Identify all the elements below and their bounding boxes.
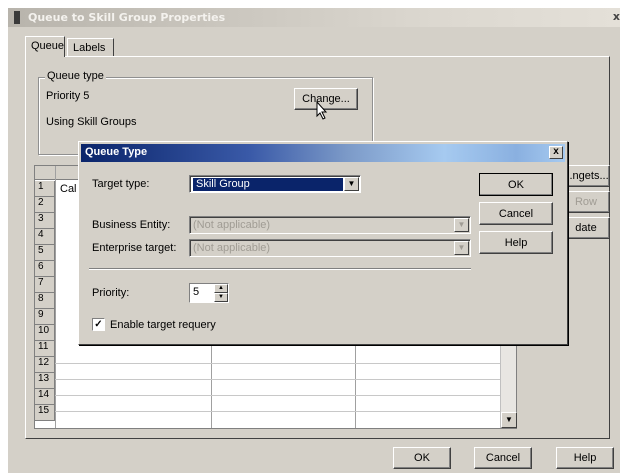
spinner-buttons[interactable]: ▲ ▼	[214, 284, 228, 302]
grid-row-line	[55, 379, 516, 380]
tab-labels[interactable]: Labels	[67, 38, 114, 57]
priority-spinner[interactable]: 5 ▲ ▼	[189, 283, 229, 303]
separator	[89, 268, 471, 270]
targets-button[interactable]: ...ngets...	[562, 165, 610, 187]
ok-button[interactable]: OK	[393, 447, 451, 469]
priority-value[interactable]: 5	[193, 286, 199, 298]
enterprise-target-select[interactable]: (Not applicable) ▼	[189, 239, 471, 257]
queue-type-legend: Queue type	[45, 70, 106, 82]
dialog-titlebar[interactable]: Queue Type x	[81, 144, 565, 162]
row-number: 10	[35, 325, 55, 341]
enterprise-target-label: Enterprise target:	[92, 242, 177, 254]
dialog-close-icon[interactable]: x	[549, 146, 563, 159]
skill-groups-text: Using Skill Groups	[46, 116, 137, 128]
tab-queue[interactable]: Queue	[25, 36, 65, 57]
row-number: 5	[35, 245, 55, 261]
priority-text: Priority 5	[46, 90, 90, 102]
priority-label: Priority:	[92, 287, 130, 299]
app-icon	[14, 11, 20, 24]
window-titlebar[interactable]: Queue to Skill Group Properties x	[8, 8, 620, 27]
chevron-down-icon[interactable]: ▼	[454, 241, 469, 255]
target-type-label: Target type:	[92, 178, 150, 190]
row-number: 1	[35, 181, 55, 197]
dialog-title: Queue Type	[85, 146, 148, 158]
business-entity-label: Business Entity:	[92, 219, 171, 231]
target-type-value: Skill Group	[193, 178, 343, 191]
grid-row-line	[55, 411, 516, 412]
row-number: 15	[35, 405, 55, 421]
grid-row-line	[55, 395, 516, 396]
row-number: 6	[35, 261, 55, 277]
row-number: 9	[35, 309, 55, 325]
row-number: 13	[35, 373, 55, 389]
spin-down-icon[interactable]: ▼	[214, 293, 228, 302]
dialog-ok-button[interactable]: OK	[479, 173, 553, 196]
dialog-cancel-button[interactable]: Cancel	[479, 202, 553, 225]
row-number: 7	[35, 277, 55, 293]
row-number: 2	[35, 197, 55, 213]
update-button[interactable]: date	[562, 217, 610, 239]
requery-checkbox[interactable]: ✓	[92, 318, 105, 331]
spin-up-icon[interactable]: ▲	[214, 284, 228, 293]
scroll-down-icon[interactable]: ▼	[501, 412, 517, 428]
queue-type-dialog: Queue Type x Target type: Skill Group ▼ …	[78, 141, 568, 345]
row-number: 8	[35, 293, 55, 309]
dialog-help-button[interactable]: Help	[479, 231, 553, 254]
business-entity-select[interactable]: (Not applicable) ▼	[189, 216, 471, 234]
grid-row-line	[55, 363, 516, 364]
business-entity-value: (Not applicable)	[193, 219, 271, 231]
enterprise-target-value: (Not applicable)	[193, 242, 271, 254]
window-title: Queue to Skill Group Properties	[28, 11, 226, 24]
cancel-button[interactable]: Cancel	[474, 447, 532, 469]
mouse-cursor-icon	[316, 101, 328, 120]
grid-cell[interactable]: Cal	[60, 183, 77, 195]
target-type-select[interactable]: Skill Group ▼	[189, 175, 361, 193]
row-button[interactable]: Row	[562, 191, 610, 213]
chevron-down-icon[interactable]: ▼	[454, 218, 469, 232]
grid-divider	[55, 166, 56, 428]
help-button[interactable]: Help	[556, 447, 614, 469]
row-number: 4	[35, 229, 55, 245]
row-number: 12	[35, 357, 55, 373]
chevron-down-icon[interactable]: ▼	[344, 177, 359, 191]
row-number: 3	[35, 213, 55, 229]
requery-label[interactable]: Enable target requery	[110, 319, 216, 331]
row-number: 11	[35, 341, 55, 357]
row-number: 14	[35, 389, 55, 405]
close-icon[interactable]: x	[613, 10, 620, 23]
